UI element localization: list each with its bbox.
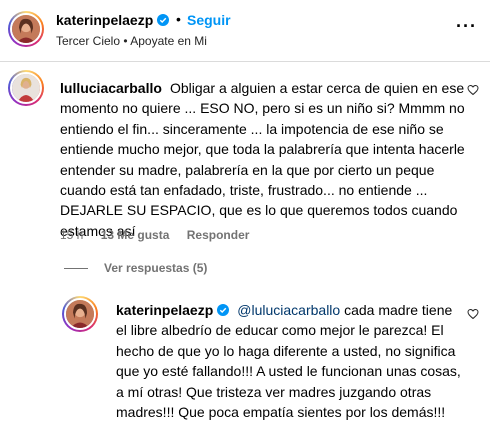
comment-username[interactable]: lulluciacarballo <box>60 80 162 96</box>
separator-dot: • <box>176 11 181 27</box>
replies-divider <box>64 268 88 270</box>
reply-button[interactable]: Responder <box>187 228 250 242</box>
comment-time: 15 h <box>60 228 84 242</box>
author-avatar[interactable] <box>8 11 44 47</box>
comment-body: lulluciacarballo Obligar a alguien a esta… <box>60 78 465 241</box>
reply-body: katerinpelaezp @luluciacarballo cada madr… <box>116 300 466 422</box>
author-username[interactable]: katerinpelaezp <box>56 12 170 28</box>
post-header: katerinpelaezp • Seguir Tercer Cielo • A… <box>0 0 490 62</box>
view-replies-label: Ver respuestas (5) <box>104 261 208 275</box>
like-heart-icon[interactable] <box>467 84 479 96</box>
more-options-icon[interactable]: ··· <box>456 16 477 37</box>
reply-mention[interactable]: @luluciacarballo <box>237 302 340 318</box>
view-replies-button[interactable]: Ver respuestas (5) <box>60 261 207 275</box>
reply-text: cada madre tiene el libre albedrío de ed… <box>116 302 461 421</box>
reply-avatar[interactable] <box>62 296 98 332</box>
reply-username[interactable]: katerinpelaezp <box>116 302 230 318</box>
verified-badge-icon <box>217 304 230 316</box>
comment-meta: 15 h 13 Me gusta Responder <box>60 228 263 242</box>
comment-text: Obligar a alguien a estar cerca de quien… <box>60 80 465 239</box>
follow-button[interactable]: Seguir <box>187 12 231 28</box>
like-heart-icon[interactable] <box>467 308 479 320</box>
commenter-avatar[interactable] <box>8 70 44 106</box>
comment-likes[interactable]: 13 Me gusta <box>101 228 170 242</box>
audio-label[interactable]: Tercer Cielo • Apoyate en Mi <box>56 34 207 48</box>
verified-badge-icon <box>157 14 170 26</box>
